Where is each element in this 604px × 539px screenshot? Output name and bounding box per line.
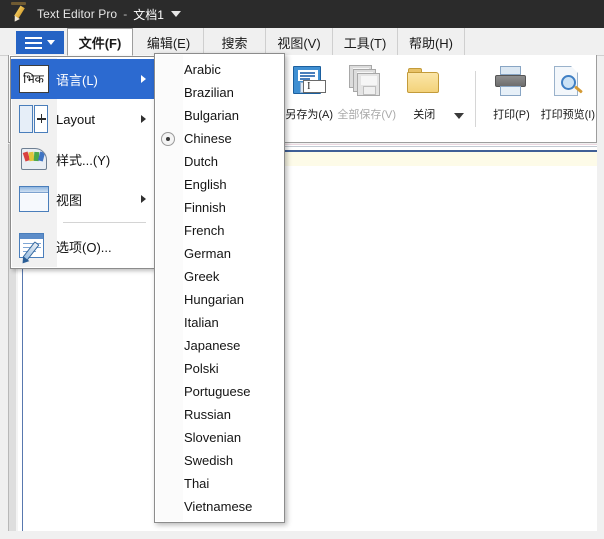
language-option[interactable]: Polski <box>155 357 284 380</box>
title-separator: - <box>123 7 127 21</box>
print-button[interactable]: 打印(P) <box>483 59 539 137</box>
close-dropdown-caret-down-icon[interactable] <box>454 113 464 119</box>
menu-item-layout-label: Layout <box>56 112 95 127</box>
save-as-button[interactable]: 另存为(A) <box>281 59 337 137</box>
menu-item-options-label: 选项(O)... <box>56 237 112 256</box>
chevron-down-icon <box>47 40 55 45</box>
save-all-icon <box>349 65 385 99</box>
chevron-right-icon <box>141 75 146 83</box>
save-as-label: 另存为(A) <box>285 106 333 122</box>
tab-tools[interactable]: 工具(T) <box>333 28 398 56</box>
language-option[interactable]: Japanese <box>155 334 284 357</box>
language-option[interactable]: Thai <box>155 472 284 495</box>
language-option-selected[interactable]: Chinese <box>155 127 284 150</box>
view-window-icon <box>11 179 56 219</box>
menu-item-styles[interactable]: 样式...(Y) <box>11 139 154 179</box>
language-option[interactable]: Greek <box>155 265 284 288</box>
language-option[interactable]: English <box>155 173 284 196</box>
layout-icon <box>11 99 56 139</box>
menu-item-view[interactable]: 视图 <box>11 179 154 219</box>
print-preview-button[interactable]: 打印预览(I) <box>540 59 596 137</box>
print-label: 打印(P) <box>493 106 530 122</box>
language-option[interactable]: German <box>155 242 284 265</box>
language-option[interactable]: Arabic <box>155 58 284 81</box>
language-option[interactable]: Brazilian <box>155 81 284 104</box>
language-option[interactable]: Italian <box>155 311 284 334</box>
save-all-label: 全部保存(V) <box>337 106 396 122</box>
language-option[interactable]: Bulgarian <box>155 104 284 127</box>
language-option[interactable]: Swedish <box>155 449 284 472</box>
pencil-icon <box>10 5 28 23</box>
application-window: Text Editor Pro - 文档1 文件(F) 编辑(E) 搜索 视图(… <box>0 0 604 539</box>
menu-item-styles-label: 样式...(Y) <box>56 150 110 169</box>
print-preview-label: 打印预览(I) <box>541 106 595 122</box>
menu-item-language[interactable]: भिक 语言(L) <box>11 59 154 99</box>
language-option[interactable]: French <box>155 219 284 242</box>
language-option[interactable]: Hungarian <box>155 288 284 311</box>
language-submenu: Arabic Brazilian Bulgarian Chinese Dutch… <box>154 53 285 523</box>
radio-selected-icon <box>161 132 175 146</box>
menu-separator <box>63 222 146 223</box>
menu-item-options[interactable]: 选项(O)... <box>11 226 154 266</box>
language-option[interactable]: Dutch <box>155 150 284 173</box>
tab-help[interactable]: 帮助(H) <box>398 28 465 56</box>
language-option[interactable]: Russian <box>155 403 284 426</box>
language-option[interactable]: Portuguese <box>155 380 284 403</box>
menu-item-view-label: 视图 <box>56 190 82 209</box>
app-title: Text Editor Pro <box>37 7 117 21</box>
close-label: 关闭 <box>413 106 435 122</box>
language-option-label: Chinese <box>184 131 232 146</box>
chevron-right-icon <box>141 195 146 203</box>
tab-file[interactable]: 文件(F) <box>67 28 133 56</box>
save-as-icon <box>291 65 327 99</box>
print-preview-icon <box>550 65 586 99</box>
language-option[interactable]: Vietnamese <box>155 495 284 518</box>
ribbon-tab-strip: 文件(F) 编辑(E) 搜索 视图(V) 工具(T) 帮助(H) <box>0 28 604 56</box>
save-all-button: 全部保存(V) <box>337 59 396 137</box>
ribbon-divider <box>475 71 476 127</box>
menu-item-language-label: 语言(L) <box>56 70 98 89</box>
folder-close-icon <box>406 65 442 99</box>
menu-item-layout[interactable]: Layout <box>11 99 154 139</box>
document-name: 文档1 <box>133 6 164 23</box>
tab-view[interactable]: 视图(V) <box>266 28 333 56</box>
language-icon: भिक <box>11 59 56 99</box>
close-button[interactable]: 关闭 <box>396 59 452 137</box>
print-icon <box>493 65 529 99</box>
title-bar: Text Editor Pro - 文档1 <box>0 0 604 28</box>
language-option[interactable]: Finnish <box>155 196 284 219</box>
caret-down-icon[interactable] <box>171 11 181 17</box>
tab-edit[interactable]: 编辑(E) <box>134 28 204 56</box>
options-icon <box>11 226 56 266</box>
language-option[interactable]: Slovenian <box>155 426 284 449</box>
hamburger-menu-icon[interactable] <box>16 31 64 54</box>
file-dropdown-menu: भिक 语言(L) Layout 样式...(Y) <box>10 56 155 269</box>
styles-palette-icon <box>11 139 56 179</box>
chevron-right-icon <box>141 115 146 123</box>
tab-search[interactable]: 搜索 <box>204 28 266 56</box>
